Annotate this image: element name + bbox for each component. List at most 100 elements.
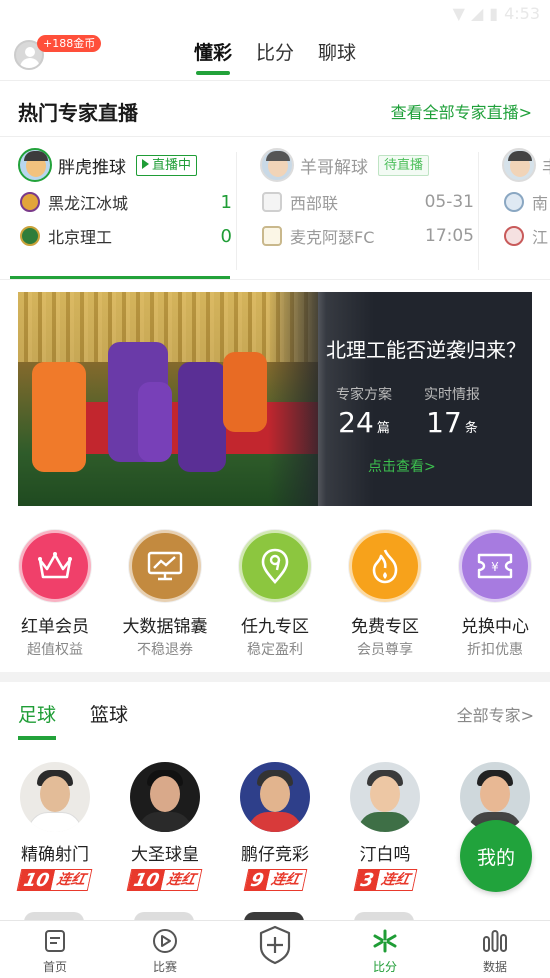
nav-matches[interactable]: 比赛 [110, 927, 220, 975]
streak-badge: 10 连红 [17, 869, 93, 891]
expert-avatar [260, 148, 294, 182]
live-section-header: 热门专家直播 查看全部专家直播> [0, 86, 550, 134]
battery-icon: ▮ [489, 4, 499, 23]
live-cards-carousel[interactable]: 胖虎推球 直播中 黑龙江冰城 1 北京理工 0 羊哥解球 待直播 西部联 05-… [0, 142, 550, 279]
expert-name: 丰 [542, 153, 550, 178]
banner-cta-link[interactable]: 点击查看> [368, 456, 436, 476]
top-tabs: 懂彩 比分 聊球 [0, 38, 550, 75]
expert-name: 鹏仔竞彩 [241, 845, 309, 865]
nav-label: 比赛 [152, 960, 177, 974]
team-logo-icon [20, 192, 40, 212]
my-floating-button[interactable]: 我的 [460, 820, 532, 892]
tab-basketball[interactable]: 篮球 [90, 700, 128, 727]
team-name: 江 [532, 228, 549, 247]
chart-icon [129, 530, 201, 602]
streak-badge: 9 连红 [243, 869, 307, 891]
ticket-icon: ¥ [459, 530, 531, 602]
team-logo-icon [262, 226, 282, 246]
all-experts-link[interactable]: 全部专家> [457, 702, 534, 726]
divider [0, 279, 550, 280]
expert-avatar [130, 762, 200, 832]
match-date: 05-31 [424, 192, 474, 212]
tab-dongcai[interactable]: 懂彩 [194, 38, 232, 75]
divider [0, 136, 550, 137]
score-icon [330, 927, 440, 955]
data-icon [440, 927, 550, 955]
expert-item[interactable]: 鹏仔竞彩 9 连红 [220, 762, 330, 891]
feature-red-member[interactable]: 红单会员 超值权益 [0, 530, 110, 659]
streak-badge: 3 连红 [353, 869, 417, 891]
feature-nine[interactable]: 任九专区 稳定盈利 [220, 530, 330, 659]
stat-unit: 篇 [376, 421, 390, 436]
stat-label: 专家方案 [336, 387, 392, 403]
team-name: 麦克阿瑟FC [290, 228, 375, 247]
tab-football[interactable]: 足球 [18, 700, 56, 727]
team-logo-icon [504, 192, 524, 212]
live-card[interactable]: 胖虎推球 直播中 黑龙江冰城 1 北京理工 0 [10, 142, 235, 278]
section-title: 热门专家直播 [18, 101, 138, 125]
live-card[interactable]: 丰 南 江 [494, 142, 550, 278]
live-card[interactable]: 羊哥解球 待直播 西部联 05-31 麦克阿瑟FC 17:05 [252, 142, 477, 278]
team-score: 1 [220, 191, 232, 213]
expert-avatar [18, 148, 52, 182]
nav-label: 比分 [372, 960, 397, 974]
live-status-badge: 直播中 [136, 154, 198, 176]
feature-sub: 不稳退券 [137, 642, 193, 658]
feature-label: 任九专区 [241, 617, 309, 637]
team-name: 黑龙江冰城 [48, 194, 129, 213]
expert-item[interactable]: 汀白鸣 3 连红 [330, 762, 440, 891]
sport-tabs: 足球 篮球 全部专家> [0, 696, 550, 744]
view-all-live-link[interactable]: 查看全部专家直播> [391, 99, 532, 123]
feature-sub: 稳定盈利 [247, 642, 303, 658]
feature-label: 大数据锦囊 [122, 617, 208, 637]
banner-stat-plans: 专家方案 24 篇 [336, 384, 392, 439]
team-name: 北京理工 [48, 228, 113, 247]
nav-label: 首页 [42, 960, 67, 974]
svg-text:¥: ¥ [491, 560, 499, 574]
nav-center[interactable] [220, 923, 330, 967]
team-row-away: 北京理工 0 [20, 224, 232, 248]
play-icon [142, 158, 149, 169]
card-separator [478, 152, 479, 270]
match-time: 17:05 [425, 226, 474, 246]
nine-icon [239, 530, 311, 602]
signal-icon: ◢ [470, 4, 484, 23]
stat-value: 17 [426, 406, 462, 439]
stat-unit: 条 [464, 421, 478, 436]
feature-free[interactable]: 免费专区 会员尊享 [330, 530, 440, 659]
team-row-home: 南 [504, 190, 550, 214]
nav-data[interactable]: 数据 [440, 927, 550, 975]
feature-label: 红单会员 [21, 617, 89, 637]
nav-score[interactable]: 比分 [330, 927, 440, 975]
feature-shortcuts: 红单会员 超值权益 大数据锦囊 不稳退券 任九专区 稳定盈利 免费专区 会员尊享… [0, 530, 550, 660]
wifi-icon: ▼ [452, 4, 465, 23]
feature-sub: 会员尊享 [357, 642, 413, 658]
nav-home[interactable]: 首页 [0, 927, 110, 975]
banner-headline: 北理工能否逆袭归来？ [326, 338, 526, 362]
expert-item[interactable]: 大圣球皇 10 连红 [110, 762, 220, 891]
expert-name: 胖虎推球 [58, 157, 126, 178]
expert-name: 大圣球皇 [131, 845, 199, 865]
team-name: 西部联 [290, 194, 339, 213]
divider [0, 80, 550, 81]
feature-label: 免费专区 [351, 617, 419, 637]
banner-stat-intel: 实时情报 17 条 [424, 384, 480, 439]
stat-label: 实时情报 [424, 387, 480, 403]
team-row-home: 西部联 05-31 [262, 190, 474, 214]
tab-score[interactable]: 比分 [256, 38, 294, 71]
streak-badge: 10 连红 [127, 869, 203, 891]
feature-exchange[interactable]: ¥ 兑换中心 折扣优惠 [440, 530, 550, 659]
expert-name: 精确射门 [21, 845, 89, 865]
tab-chat[interactable]: 聊球 [318, 38, 356, 71]
feature-big-data[interactable]: 大数据锦囊 不稳退券 [110, 530, 220, 659]
team-logo-icon [20, 226, 40, 246]
bottom-nav: 首页 比赛 比分 数据 [0, 920, 550, 978]
team-row-away: 江 [504, 224, 550, 248]
pending-status-badge: 待直播 [378, 154, 430, 176]
crown-icon [19, 530, 91, 602]
expert-item[interactable]: 精确射门 10 连红 [0, 762, 110, 891]
promo-banner[interactable]: 北理工能否逆袭归来？ 专家方案 24 篇 实时情报 17 条 点击查看> [18, 292, 532, 506]
expert-avatar [502, 148, 536, 182]
card-separator [236, 152, 237, 270]
expert-name: 汀白鸣 [359, 845, 411, 865]
